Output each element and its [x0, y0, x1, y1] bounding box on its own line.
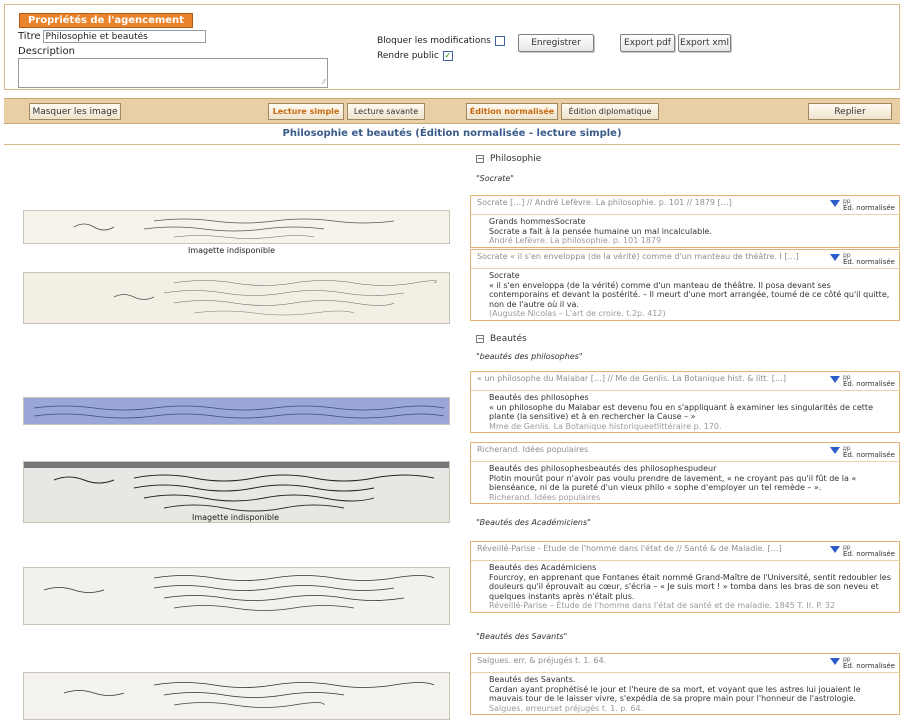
- lock-label: Bloquer les modifications: [377, 36, 491, 46]
- edition-selector[interactable]: pp Éd. normalisée: [843, 544, 895, 558]
- panel-legend: Propriétés de l'agencement: [19, 13, 193, 28]
- public-checkbox[interactable]: ✓: [442, 51, 453, 61]
- card-reference[interactable]: Salgues. err. & préjugés t. 1. 64.: [477, 656, 606, 666]
- manuscript-thumbnail: [23, 272, 450, 324]
- card-source: Mme de Genlis. La Botanique historiqueet…: [489, 421, 722, 431]
- section-title: Beautés: [490, 334, 527, 344]
- group-label: "Socrate": [476, 174, 514, 183]
- card-source: André Lefèvre. La philosophie. p. 101 18…: [489, 236, 662, 245]
- citation-card: Richerand. Idées populaires pp Éd. normal…: [470, 442, 900, 504]
- save-button[interactable]: Enregistrer: [518, 34, 594, 52]
- title-row: Titre: [18, 30, 206, 43]
- card-text-line: Cardan ayant prophétisé le jour et l'heu…: [489, 684, 861, 704]
- collapse-minus-icon[interactable]: −: [476, 335, 484, 343]
- export-xml-button[interactable]: Export xml: [678, 34, 731, 52]
- dropdown-arrow-icon[interactable]: [829, 254, 840, 261]
- card-text-line: Fourcroy, en apprenant que Fontanes étai…: [489, 572, 891, 601]
- dropdown-arrow-icon[interactable]: [829, 546, 840, 553]
- export-pdf-button[interactable]: Export pdf: [620, 34, 675, 52]
- edition-selector[interactable]: pp Éd. normalisée: [843, 445, 895, 459]
- section-beautes[interactable]: − Beautés: [476, 334, 527, 344]
- lock-checkbox[interactable]: [494, 36, 505, 46]
- description-label: Description: [18, 46, 75, 57]
- card-reference[interactable]: Socrate […] // André Lefèvre. La philoso…: [477, 198, 732, 208]
- card-text-line: Beautés des philosophes: [489, 393, 589, 402]
- citation-card: Socrate « il s'en enveloppa (de la vérit…: [470, 249, 900, 321]
- card-text-line: Beautés des Savants.: [489, 675, 576, 684]
- card-source: Salgues. erreurset préjugés t. 1. p. 64.: [489, 703, 644, 713]
- collapse-button[interactable]: Replier: [808, 103, 892, 120]
- tab-learned-reading[interactable]: Lecture savante: [347, 103, 425, 120]
- tab-simple-reading[interactable]: Lecture simple: [268, 103, 344, 120]
- public-label: Rendre public: [377, 51, 439, 61]
- manuscript-thumbnail-highlighted: [23, 397, 450, 425]
- group-label: "Beautés des Savants": [476, 632, 568, 641]
- card-reference[interactable]: « un philosophe du Malabar […] // Me de …: [477, 374, 786, 384]
- group-label: "beautés des philosophes": [476, 352, 583, 361]
- dropdown-arrow-icon[interactable]: [829, 447, 840, 454]
- section-philosophie[interactable]: − Philosophie: [476, 154, 541, 164]
- collapse-minus-icon[interactable]: −: [476, 155, 484, 163]
- tab-diplomatic-edition[interactable]: Édition diplomatique: [561, 103, 659, 120]
- card-text-line: « il s'en enveloppa (de la vérité) comme…: [489, 280, 890, 309]
- card-text-line: « un philosophe du Malabar est devenu fo…: [489, 402, 873, 422]
- citation-card: Réveillé-Parise - Étude de l'homme dans …: [470, 541, 900, 613]
- hide-images-button[interactable]: Masquer les image: [29, 103, 121, 120]
- edition-selector[interactable]: pp Éd. normalisée: [843, 252, 895, 266]
- dropdown-arrow-icon[interactable]: [829, 658, 840, 665]
- image-caption: Imagette indisponible: [192, 513, 280, 522]
- card-text-line: Socrate a fait à la pensée humaine un ma…: [489, 226, 712, 236]
- dropdown-arrow-icon[interactable]: [829, 376, 840, 383]
- edition-selector[interactable]: pp Éd. normalisée: [843, 656, 895, 670]
- card-reference[interactable]: Richerand. Idées populaires: [477, 445, 588, 455]
- citation-card: Salgues. err. & préjugés t. 1. 64. pp Éd.…: [470, 653, 900, 715]
- citation-card: Socrate […] // André Lefèvre. La philoso…: [470, 195, 900, 248]
- title-input[interactable]: [42, 30, 206, 43]
- card-text-line: Plotin mourût pour n'avoir pas voulu pre…: [489, 473, 857, 493]
- group-label: "Beautés des Académiciens": [476, 518, 591, 527]
- card-source: Réveillé-Parise – Étude de l'homme dans …: [489, 601, 836, 610]
- public-row: Rendre public ✓: [377, 51, 453, 61]
- edition-selector[interactable]: pp Éd. normalisée: [843, 374, 895, 388]
- manuscript-thumbnail: [23, 210, 450, 244]
- manuscript-thumbnail: [23, 672, 450, 720]
- description-textarea[interactable]: ⁄⁄: [18, 58, 328, 88]
- card-text-line: Socrate: [489, 271, 520, 280]
- tab-normalized-edition[interactable]: Édition normalisée: [466, 103, 558, 120]
- lock-row: Bloquer les modifications: [377, 36, 505, 46]
- section-title: Philosophie: [490, 154, 542, 164]
- page-title: Philosophie et beautés (Édition normalis…: [282, 128, 622, 139]
- card-text-line: Beautés des Académiciens: [489, 563, 597, 572]
- card-source: Richerand. Idées populaires: [489, 492, 601, 502]
- reading-toolbar: Masquer les image Lecture simple Lecture…: [4, 98, 900, 124]
- card-reference[interactable]: Socrate « il s'en enveloppa (de la vérit…: [477, 252, 799, 262]
- card-source: (Auguste Nicolas – L'art de croire. t.2p…: [489, 309, 666, 318]
- image-caption: Imagette indisponible: [188, 246, 276, 255]
- edition-selector[interactable]: pp Éd. normalisée: [843, 198, 895, 212]
- resize-grip-icon[interactable]: ⁄⁄: [323, 78, 325, 86]
- dropdown-arrow-icon[interactable]: [829, 200, 840, 207]
- card-reference[interactable]: Réveillé-Parise - Étude de l'homme dans …: [477, 544, 782, 554]
- card-text-line: Beautés des philosophesbeautés des philo…: [489, 464, 717, 473]
- manuscript-thumbnail: [23, 567, 450, 625]
- citation-card: « un philosophe du Malabar […] // Me de …: [470, 371, 900, 433]
- title-label: Titre: [18, 31, 41, 42]
- card-text-line: Grands hommesSocrate: [489, 217, 586, 226]
